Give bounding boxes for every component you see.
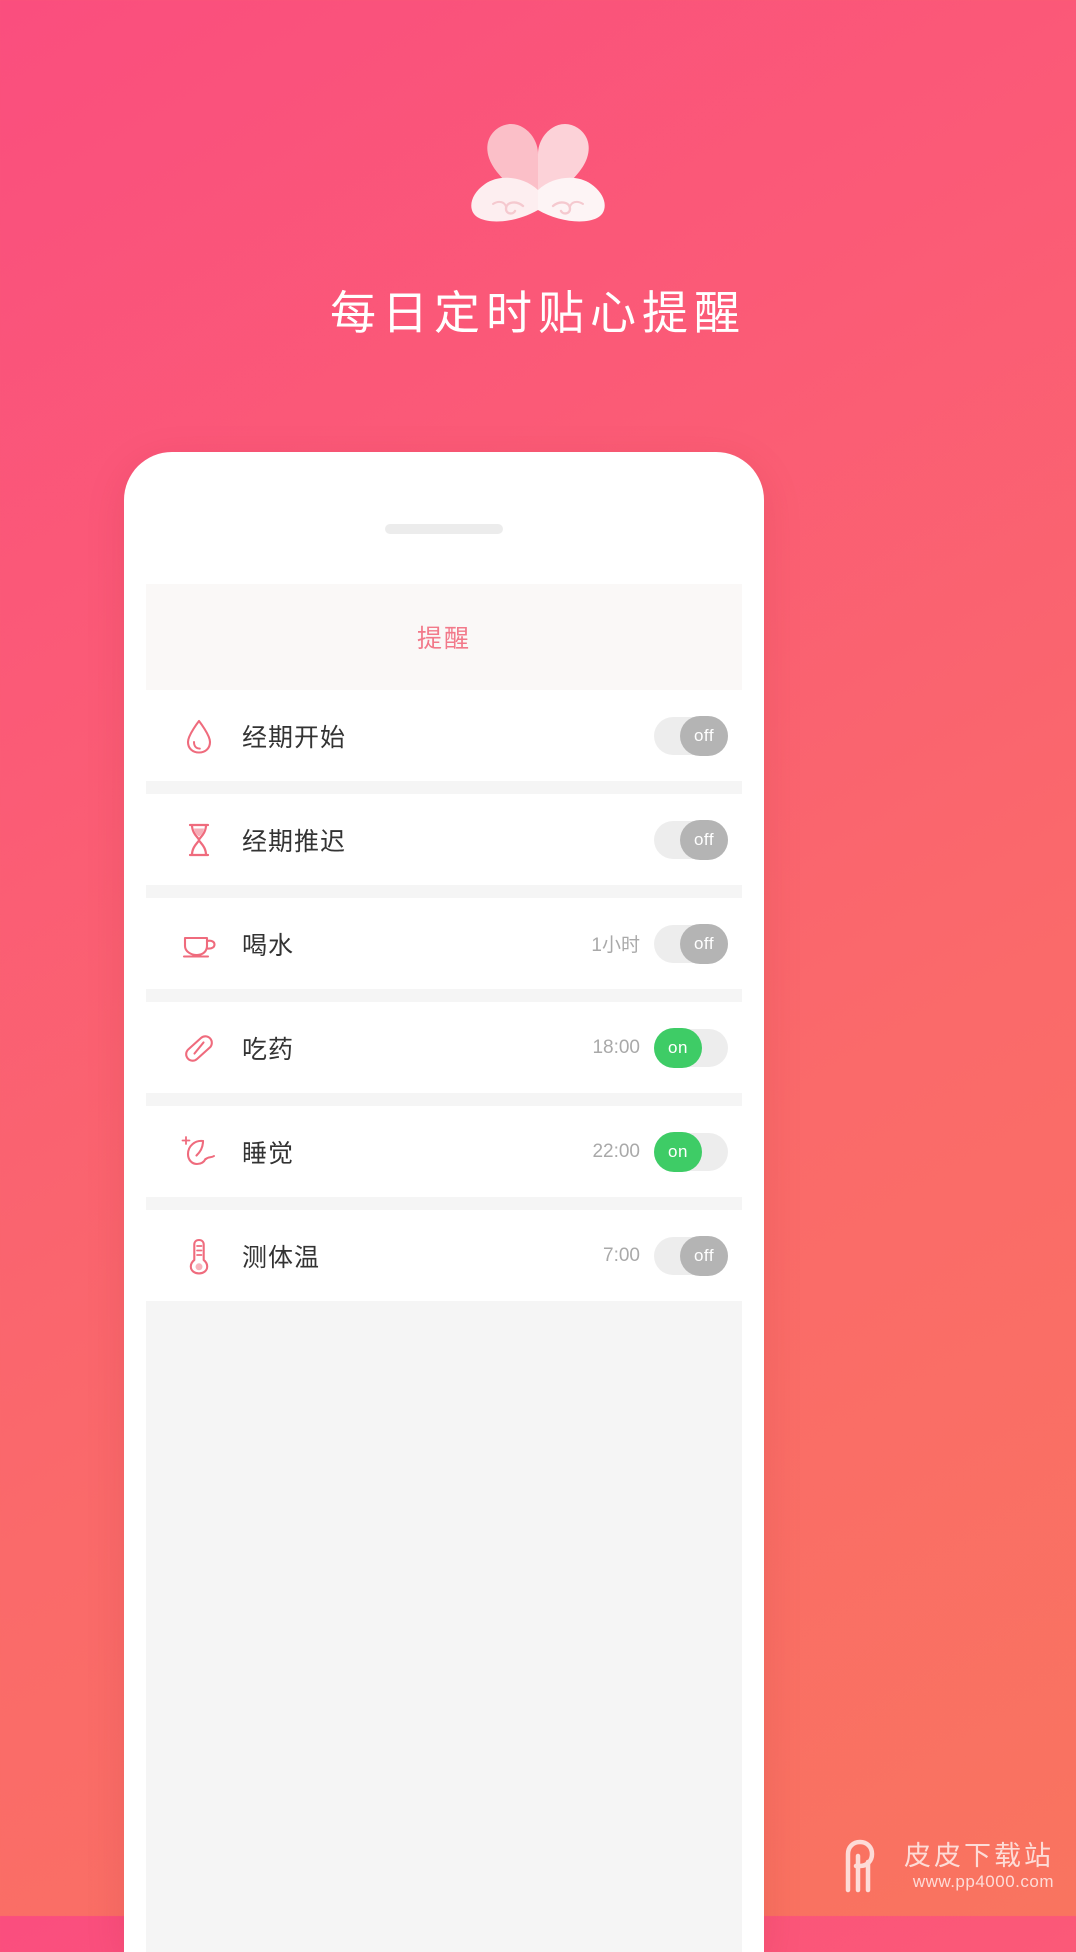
reminder-row-take-medicine[interactable]: 吃药 18:00 on [146,1002,742,1093]
thermometer-icon [176,1237,222,1275]
pp-logo-icon [840,1838,892,1894]
reminder-toggle[interactable]: off [654,1235,728,1276]
toggle-knob: off [680,1235,728,1276]
row-divider [146,885,742,898]
reminder-value: 22:00 [592,1140,640,1162]
row-divider [146,1093,742,1106]
watermark-url: www.pp4000.com [912,1871,1054,1891]
pill-icon [176,1031,222,1065]
reminder-value: 18:00 [592,1036,640,1058]
toggle-knob: off [680,923,728,964]
reminder-label: 经期推迟 [242,827,347,856]
watermark: 皮皮下载站 www.pp4000.com [840,1838,1054,1894]
reminder-row-period-late[interactable]: 经期推迟 off [146,794,742,885]
reminder-label: 经期开始 [242,723,347,752]
reminder-toggle[interactable]: on [654,1131,728,1172]
reminder-row-sleep[interactable]: 睡觉 22:00 on [146,1106,742,1197]
heart-wings-logo [453,118,623,228]
moon-star-icon [176,1135,222,1169]
phone-mockup: 提醒 经期开始 off 经期推迟 off 喝水 1小时 off 吃药 18:00… [124,452,764,1952]
page-title: 每日定时贴心提醒 [330,287,746,339]
reminder-list: 经期开始 off 经期推迟 off 喝水 1小时 off 吃药 18:00 on… [146,690,742,1301]
reminder-toggle[interactable]: off [654,715,728,756]
screen-title: 提醒 [416,625,471,653]
row-divider [146,989,742,1002]
reminder-row-period-start[interactable]: 经期开始 off [146,690,742,781]
toggle-knob: on [654,1027,702,1068]
reminder-label: 睡觉 [242,1139,295,1168]
water-drop-icon [176,718,222,754]
watermark-title: 皮皮下载站 [904,1840,1054,1871]
toggle-knob: off [680,715,728,756]
screen-header: 提醒 [146,584,742,690]
list-empty-area [146,1301,742,1952]
teacup-icon [176,929,222,959]
reminder-toggle[interactable]: on [654,1027,728,1068]
reminder-toggle[interactable]: off [654,819,728,860]
toggle-knob: off [680,819,728,860]
watermark-text: 皮皮下载站 www.pp4000.com [904,1841,1054,1892]
reminder-label: 测体温 [242,1243,321,1272]
reminder-row-temperature[interactable]: 测体温 7:00 off [146,1210,742,1301]
reminder-label: 吃药 [242,1035,295,1064]
reminder-value: 1小时 [591,935,640,956]
row-divider [146,1197,742,1210]
reminder-label: 喝水 [242,931,295,960]
reminder-row-drink-water[interactable]: 喝水 1小时 off [146,898,742,989]
row-divider [146,781,742,794]
toggle-knob: on [654,1131,702,1172]
hourglass-icon [176,822,222,858]
reminder-toggle[interactable]: off [654,923,728,964]
phone-screen: 提醒 经期开始 off 经期推迟 off 喝水 1小时 off 吃药 18:00… [146,584,742,1952]
speaker-bar [385,524,503,534]
reminder-value: 7:00 [603,1244,640,1266]
